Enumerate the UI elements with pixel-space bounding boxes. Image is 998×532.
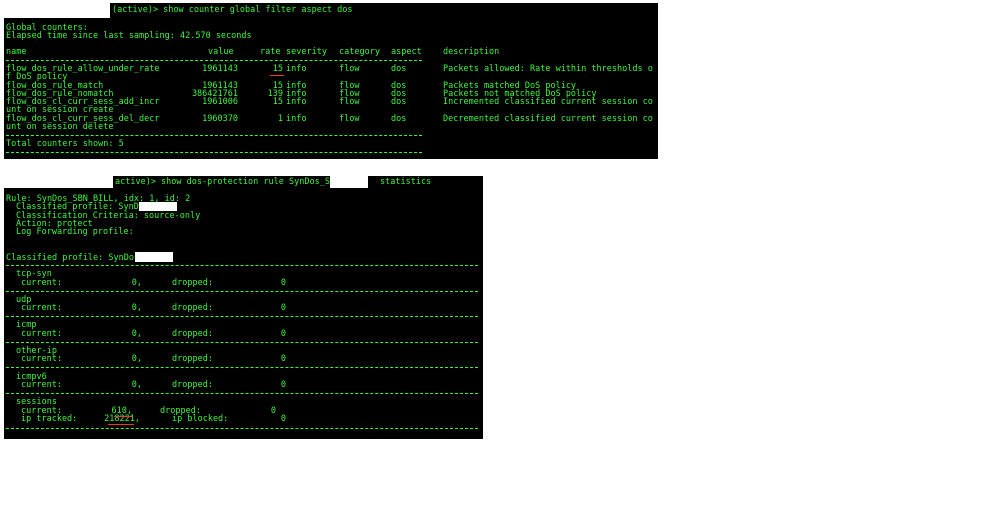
current-value: 0, (131, 303, 142, 313)
col-description: description (443, 47, 500, 57)
counter-aspect: dos (391, 114, 407, 124)
dropped-value: 0 (280, 380, 286, 390)
redacted-hostname (4, 176, 113, 188)
dropped-value: 0 (280, 278, 286, 288)
col-name: name (6, 47, 27, 57)
redacted-hostname (4, 3, 110, 18)
divider (6, 291, 478, 292)
dropped-label: dropped: (172, 354, 213, 364)
divider (6, 342, 478, 343)
divider (6, 60, 422, 61)
current-label: current: (21, 380, 62, 390)
dropped-value: 0 (280, 354, 286, 364)
counter-category: flow (339, 114, 360, 124)
col-severity: severity (286, 47, 327, 57)
divider (6, 265, 478, 266)
counter-value: 1961006 (202, 97, 238, 107)
elapsed-time: Elapsed time since last sampling: 42.570… (6, 31, 252, 41)
counter-value: 1961143 (202, 64, 238, 74)
counter-severity: info (286, 114, 307, 124)
counter-description: Incremented classified current session c… (443, 97, 653, 107)
counter-severity: info (286, 97, 307, 107)
classified-profile-2: Classified profile: SynDo (6, 253, 134, 263)
divider (6, 316, 478, 317)
red-underline-annotation (114, 416, 132, 417)
counter-category: flow (339, 97, 360, 107)
counter-value: 1960370 (202, 114, 238, 124)
counter-description-wrap: unt on session delete (6, 122, 114, 132)
redacted-profile (135, 252, 173, 262)
dropped-value: 0 (280, 303, 286, 313)
dropped-value: 0 (280, 329, 286, 339)
red-underline-annotation (270, 75, 284, 76)
current-value: 0, (131, 354, 142, 364)
dropped-label: dropped: (172, 380, 213, 390)
red-underline-annotation (108, 424, 134, 425)
divider (6, 428, 478, 429)
command-prompt-suffix: statistics (380, 177, 432, 187)
dos-statistics-terminal: active)> show dos-protection rule SynDos… (4, 176, 483, 439)
dropped-label: dropped: (172, 278, 213, 288)
current-label: current: (21, 354, 62, 364)
counter-aspect: dos (391, 97, 407, 107)
divider (6, 393, 478, 394)
col-rate: rate (260, 47, 281, 57)
counter-description: Packets allowed: Rate within thresholds … (443, 64, 653, 74)
redacted-profile (139, 202, 177, 211)
current-value: 0, (131, 380, 142, 390)
current-label: current: (21, 303, 62, 313)
ip-tracked-label: ip tracked: (21, 414, 78, 424)
dropped-label: dropped: (172, 329, 213, 339)
command-prompt: active)> show dos-protection rule SynDos… (115, 177, 330, 187)
command-prompt: (active)> show counter global filter asp… (112, 5, 353, 15)
current-value: 0, (131, 278, 142, 288)
counter-description: Decremented classified current session c… (443, 114, 653, 124)
current-value: 0, (131, 329, 142, 339)
current-label: current: (21, 329, 62, 339)
col-category: category (339, 47, 380, 57)
current-label: current: (21, 278, 62, 288)
log-forwarding-profile: Log Forwarding profile: (16, 227, 134, 237)
divider (6, 367, 478, 368)
counter-terminal: (active)> show counter global filter asp… (4, 3, 658, 159)
divider (6, 152, 422, 153)
counter-aspect: dos (391, 64, 407, 74)
counter-category: flow (339, 64, 360, 74)
ip-blocked-label: ip blocked: (172, 414, 229, 424)
ip-blocked-value: 0 (280, 414, 286, 424)
counter-rate: 15 (272, 64, 283, 74)
counter-rate: 1 (277, 114, 283, 124)
redacted-rule-name (330, 176, 368, 188)
divider (6, 135, 422, 136)
counter-severity: info (286, 64, 307, 74)
total-counters: Total counters shown: 5 (6, 139, 124, 149)
col-aspect: aspect (391, 47, 422, 57)
counter-rate: 15 (272, 97, 283, 107)
dropped-label: dropped: (172, 303, 213, 313)
col-value: value (208, 47, 234, 57)
